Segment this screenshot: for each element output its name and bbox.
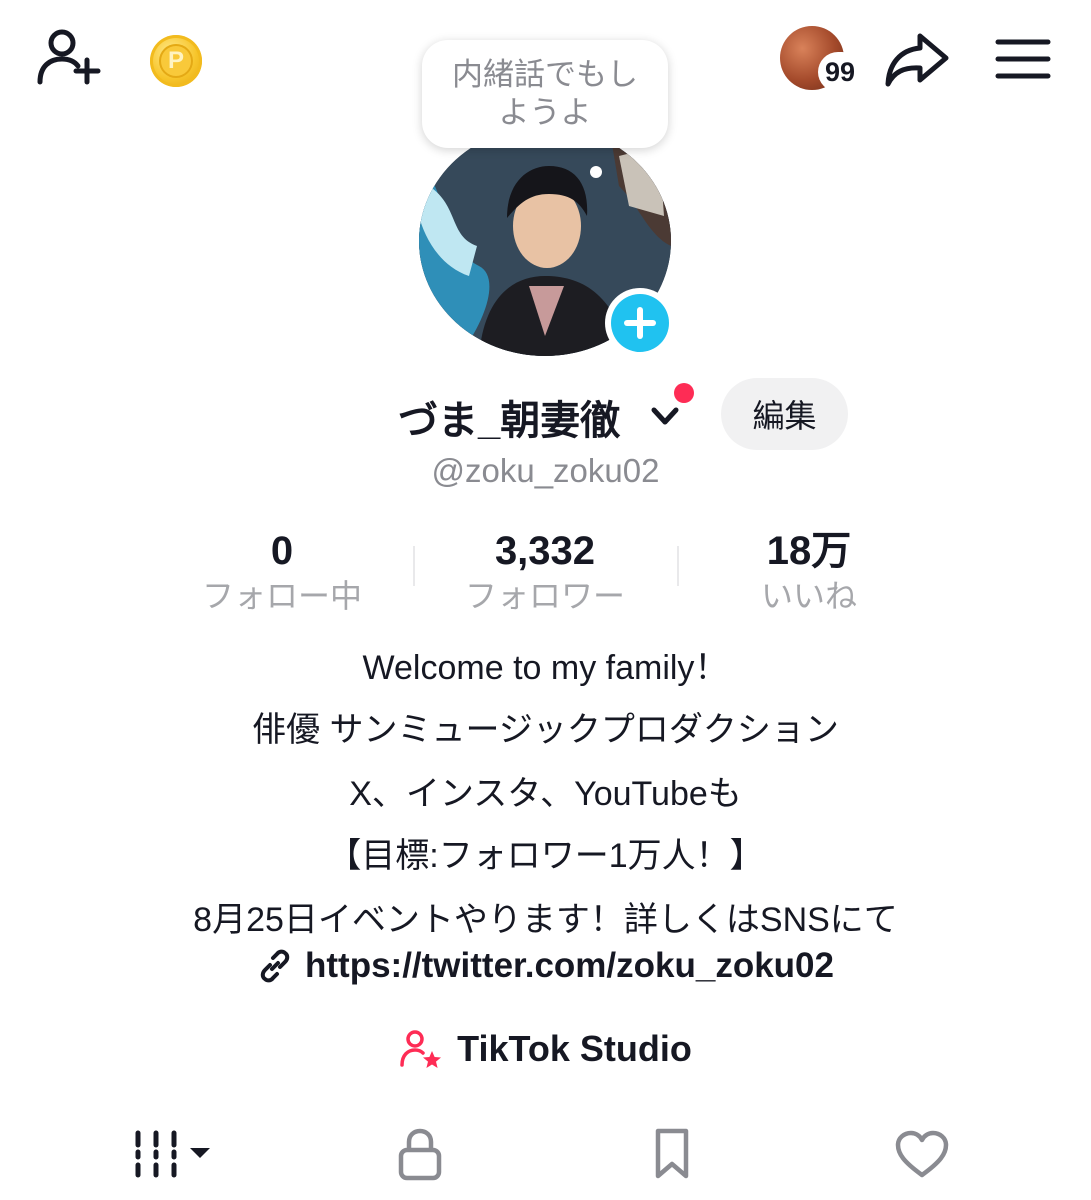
plus-icon bbox=[611, 294, 669, 352]
add-story-button[interactable] bbox=[605, 288, 675, 358]
tiktok-studio-link[interactable]: TikTok Studio bbox=[0, 1024, 1091, 1074]
lock-icon bbox=[398, 1128, 442, 1181]
tab-liked[interactable] bbox=[890, 1122, 954, 1186]
likes-count: 18万 bbox=[766, 529, 852, 573]
username: @zoku_zoku02 bbox=[431, 452, 660, 489]
coin-icon[interactable]: P bbox=[150, 35, 202, 87]
following-label: フォロー中 bbox=[201, 578, 362, 614]
stat-divider bbox=[413, 546, 415, 586]
note-bubble-text: 内緒話でもしようよ bbox=[452, 57, 638, 130]
display-name[interactable]: づま_朝妻徹 bbox=[398, 388, 620, 446]
likes-label: いいね bbox=[760, 578, 857, 614]
videos-grid-icon bbox=[135, 1130, 210, 1178]
add-friend-button[interactable] bbox=[34, 26, 104, 90]
tab-videos[interactable] bbox=[120, 1122, 220, 1186]
bio-line: 8月25日イベントやります！詳しくはSNSにて bbox=[193, 901, 898, 939]
link-icon bbox=[260, 949, 290, 983]
bio-line: Welcome to my family！ bbox=[362, 649, 729, 687]
bubble-tail-dot bbox=[590, 166, 602, 178]
creator-star-icon bbox=[400, 1030, 442, 1068]
notification-count: 99 bbox=[824, 56, 856, 87]
tiktok-studio-label: TikTok Studio bbox=[457, 1028, 692, 1069]
tab-private[interactable] bbox=[388, 1122, 452, 1186]
bio-line: 俳優 サンミュージックプロダクション bbox=[252, 711, 839, 749]
note-bubble[interactable]: 内緒話でもしようよ bbox=[422, 40, 668, 148]
hamburger-menu-icon bbox=[995, 39, 1051, 79]
tab-favorites[interactable] bbox=[640, 1122, 704, 1186]
bio-line: 【目標:フォロワー1万人！】 bbox=[327, 837, 764, 875]
edit-profile-button[interactable]: 編集 bbox=[721, 378, 848, 450]
followers-label: フォロワー bbox=[464, 578, 625, 614]
bio-link[interactable]: https://twitter.com/zoku_zoku02 bbox=[0, 942, 1091, 990]
notification-dot bbox=[674, 383, 694, 403]
account-switch-chevron-icon[interactable] bbox=[650, 404, 680, 428]
bio-line: X、インスタ、YouTubeも bbox=[349, 775, 742, 813]
stat-divider bbox=[677, 546, 679, 586]
bio-link-text: https://twitter.com/zoku_zoku02 bbox=[305, 946, 834, 985]
followers-stat[interactable]: 3,332 フォロワー bbox=[435, 528, 655, 616]
notification-badge: 99 bbox=[818, 52, 862, 92]
bookmark-icon bbox=[655, 1128, 689, 1179]
heart-icon bbox=[895, 1130, 949, 1178]
following-count: 0 bbox=[270, 529, 294, 573]
share-button[interactable] bbox=[884, 30, 950, 90]
likes-stat[interactable]: 18万 いいね bbox=[699, 528, 919, 616]
following-stat[interactable]: 0 フォロー中 bbox=[172, 528, 392, 616]
menu-button[interactable] bbox=[994, 34, 1052, 84]
add-friend-icon bbox=[37, 29, 101, 85]
followers-count: 3,332 bbox=[494, 529, 596, 573]
share-icon bbox=[885, 33, 949, 87]
coin-letter: P bbox=[159, 44, 193, 78]
